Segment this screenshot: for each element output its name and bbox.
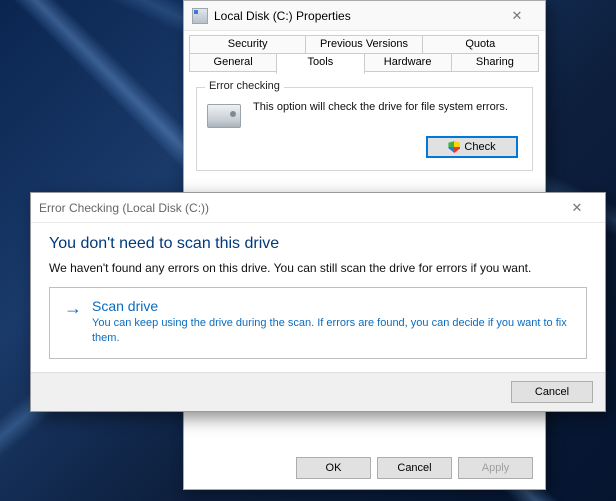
dialog-headline: You don't need to scan this drive: [49, 235, 587, 253]
tab-security[interactable]: Security: [189, 35, 306, 54]
arrow-right-icon: →: [64, 299, 82, 317]
tab-hardware[interactable]: Hardware: [364, 53, 452, 72]
scan-drive-content: Scan drive You can keep using the drive …: [92, 298, 572, 346]
uac-shield-icon: [448, 141, 460, 153]
error-checking-legend: Error checking: [205, 80, 284, 92]
error-checking-group: Error checking This option will check th…: [196, 87, 533, 171]
tab-tools[interactable]: Tools: [276, 53, 364, 74]
dialog-footer: Cancel: [31, 372, 605, 411]
properties-button-row: OK Cancel Apply: [296, 457, 533, 479]
drive-icon: [192, 8, 208, 24]
dialog-subtext: We haven't found any errors on this driv…: [49, 261, 587, 275]
properties-titlebar[interactable]: Local Disk (C:) Properties ✕: [184, 1, 545, 31]
cancel-button[interactable]: Cancel: [377, 457, 452, 479]
apply-button[interactable]: Apply: [458, 457, 533, 479]
properties-title: Local Disk (C:) Properties: [214, 9, 495, 23]
error-checking-dialog: Error Checking (Local Disk (C:)) ✕ You d…: [30, 192, 606, 412]
check-button[interactable]: Check: [426, 136, 518, 158]
dialog-title: Error Checking (Local Disk (C:)): [39, 201, 555, 215]
scan-drive-action[interactable]: → Scan drive You can keep using the driv…: [49, 287, 587, 359]
close-icon[interactable]: ✕: [555, 194, 599, 222]
tab-sharing[interactable]: Sharing: [451, 53, 539, 72]
tab-previous-versions[interactable]: Previous Versions: [305, 35, 422, 54]
scan-drive-title: Scan drive: [92, 298, 572, 314]
dialog-titlebar[interactable]: Error Checking (Local Disk (C:)) ✕: [31, 193, 605, 223]
ok-button[interactable]: OK: [296, 457, 371, 479]
close-icon[interactable]: ✕: [495, 2, 539, 30]
scan-drive-description: You can keep using the drive during the …: [92, 316, 572, 346]
error-checking-description: This option will check the drive for fil…: [253, 100, 508, 114]
hard-drive-icon: [207, 104, 241, 128]
tab-strip: Security Previous Versions Quota General…: [190, 35, 539, 75]
dialog-body: You don't need to scan this drive We hav…: [31, 223, 605, 372]
dialog-cancel-button[interactable]: Cancel: [511, 381, 593, 403]
tab-quota[interactable]: Quota: [422, 35, 539, 54]
tab-general[interactable]: General: [189, 53, 277, 72]
